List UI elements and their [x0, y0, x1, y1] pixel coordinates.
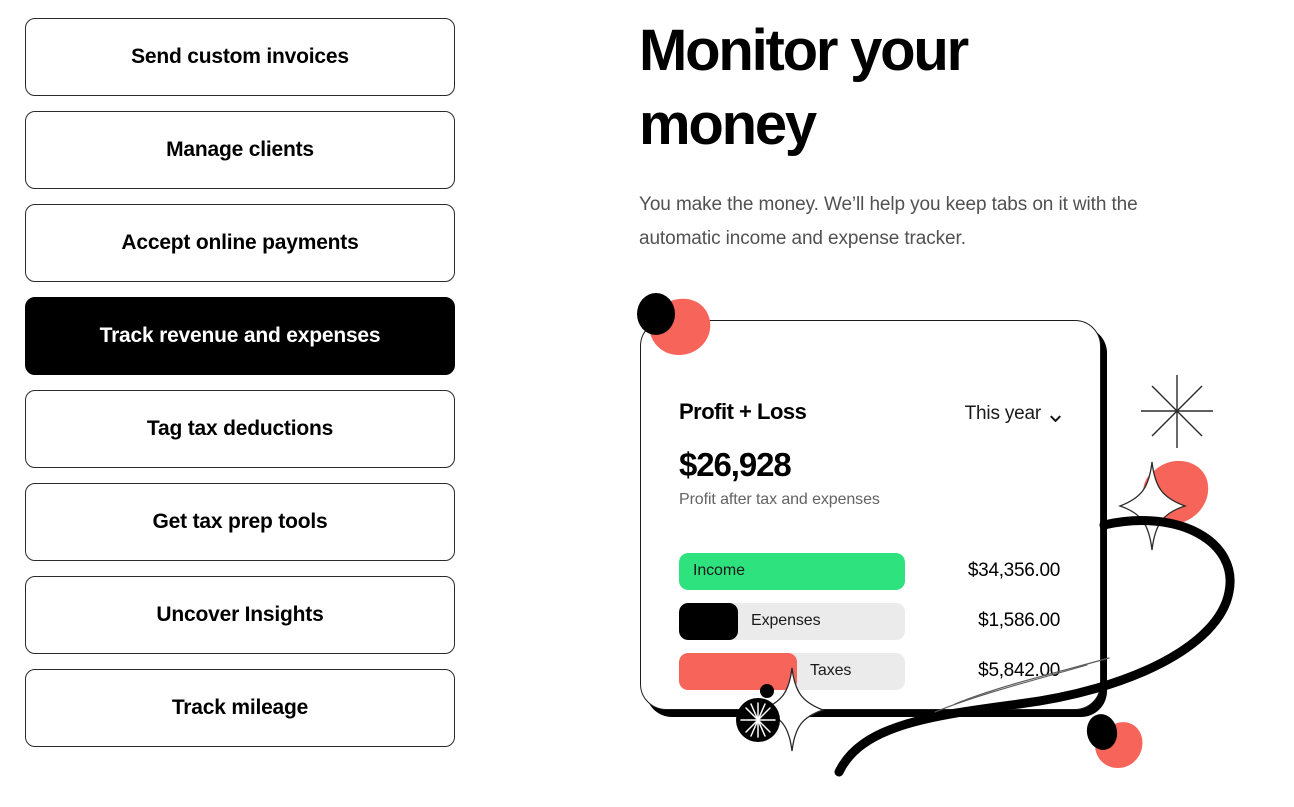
card-title: Profit + Loss	[679, 399, 807, 424]
period-select-value: This year	[964, 403, 1042, 424]
bar-row-taxes: Taxes $5,842.00	[679, 646, 1062, 696]
bar-value-expenses: $1,586.00	[978, 610, 1060, 631]
page-title: Monitor your money	[639, 18, 969, 157]
nav-item-send-custom-invoices[interactable]: Send custom invoices	[25, 18, 455, 96]
profit-amount: $26,928	[679, 446, 792, 483]
nav-item-manage-clients[interactable]: Manage clients	[25, 111, 455, 189]
nav-item-track-mileage[interactable]: Track mileage	[25, 669, 455, 747]
chevron-down-icon	[1049, 409, 1062, 422]
nav-item-label: Manage clients	[166, 138, 314, 161]
card-header: Profit + Loss This year	[679, 399, 1062, 425]
nav-item-accept-online-payments[interactable]: Accept online payments	[25, 204, 455, 282]
bar-row-income: Income $34,356.00	[679, 546, 1062, 596]
nav-item-label: Accept online payments	[121, 231, 359, 254]
nav-item-tag-tax-deductions[interactable]: Tag tax deductions	[25, 390, 455, 468]
page-root: Send custom invoices Manage clients Acce…	[0, 0, 1294, 807]
nav-item-label: Uncover Insights	[156, 603, 324, 626]
feature-nav-list: Send custom invoices Manage clients Acce…	[25, 18, 455, 762]
bar-track-taxes: Taxes	[679, 652, 905, 690]
bar-track-expenses: Expenses	[679, 602, 905, 640]
profit-loss-card: Profit + Loss This year $26,928 Profit a…	[640, 320, 1101, 710]
nav-item-label: Tag tax deductions	[146, 417, 334, 440]
illustration-stage: Profit + Loss This year $26,928 Profit a…	[637, 280, 1294, 807]
nav-item-track-revenue-and-expenses[interactable]: Track revenue and expenses	[25, 297, 455, 375]
period-select[interactable]: This year	[965, 403, 1062, 425]
feature-detail-panel: Monitor your money You make the money. W…	[637, 0, 1294, 807]
nav-item-label: Track mileage	[171, 696, 309, 719]
nav-item-uncover-insights[interactable]: Uncover Insights	[25, 576, 455, 654]
nav-item-get-tax-prep-tools[interactable]: Get tax prep tools	[25, 483, 455, 561]
bar-fill-taxes	[679, 652, 797, 690]
bar-fill-expenses	[679, 602, 738, 640]
breakdown-bar-chart: Income $34,356.00 Expenses $1,586.00 Tax…	[679, 546, 1062, 696]
page-subtitle: You make the money. We’ll help you keep …	[639, 194, 1138, 249]
bar-track-income: Income	[679, 552, 905, 590]
nav-item-label: Get tax prep tools	[152, 510, 328, 533]
nav-item-label: Send custom invoices	[131, 45, 349, 68]
bar-label-income: Income	[693, 562, 745, 579]
bar-value-taxes: $5,842.00	[978, 660, 1060, 681]
bar-label-expenses: Expenses	[751, 612, 821, 629]
sparkle-8point-top-right	[1141, 375, 1213, 448]
nav-item-label: Track revenue and expenses	[99, 324, 381, 347]
bar-row-expenses: Expenses $1,586.00	[679, 596, 1062, 646]
bar-label-taxes: Taxes	[810, 662, 852, 679]
profit-amount-note: Profit after tax and expenses	[679, 491, 880, 508]
bar-value-income: $34,356.00	[967, 560, 1060, 581]
